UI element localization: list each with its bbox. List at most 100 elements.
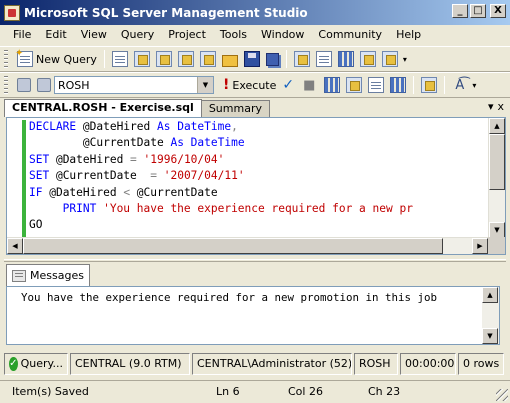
properties-icon <box>359 51 376 67</box>
toolbox-button[interactable] <box>379 49 401 69</box>
toolbar-grip[interactable] <box>4 50 8 68</box>
tab-summary[interactable]: Summary <box>200 100 270 117</box>
scroll-up-icon[interactable]: ▲ <box>482 287 498 303</box>
template-explorer-icon <box>337 51 354 67</box>
code-line[interactable]: DECLARE @DateHired As DateTime, <box>29 119 487 135</box>
scroll-right-icon[interactable]: ▶ <box>472 238 488 254</box>
editor-horizontal-scrollbar[interactable]: ◀ ▶ <box>7 237 488 254</box>
messages-tab-label: Messages <box>30 269 84 282</box>
mobile-query-button[interactable] <box>197 49 219 69</box>
include-plan-button[interactable] <box>387 75 409 95</box>
chevron-down-icon[interactable]: ▼ <box>197 77 213 93</box>
code-line[interactable]: GO <box>29 217 487 233</box>
menu-file[interactable]: File <box>6 28 38 41</box>
save-icon <box>243 51 260 67</box>
comment-button[interactable] <box>418 75 440 95</box>
xmla-query-button[interactable] <box>175 49 197 69</box>
code-line[interactable]: SET @DateHired = '1996/10/04' <box>29 152 487 168</box>
execution-plan-icon <box>324 77 341 93</box>
stop-icon: ■ <box>303 77 316 93</box>
elapsed-time-cell: 00:00:00 <box>400 352 456 375</box>
template-explorer-button[interactable] <box>335 49 357 69</box>
tab-messages[interactable]: Messages <box>6 264 90 286</box>
menu-bar: File Edit View Query Project Tools Windo… <box>0 25 510 44</box>
menu-tools[interactable]: Tools <box>213 28 254 41</box>
code-token: @CurrentDate <box>55 169 151 183</box>
sql-editor-toolbar: ROSH ▼ ! Execute ✓ ■ A͡ ▾ <box>0 72 510 98</box>
new-file-button[interactable] <box>109 49 131 69</box>
code-line[interactable]: SET @CurrentDate = '2007/04/11' <box>29 168 487 184</box>
properties-button[interactable] <box>357 49 379 69</box>
toolbar-options-chevron-icon[interactable]: ▾ <box>472 81 476 90</box>
toolbar-options-chevron-icon[interactable]: ▾ <box>403 55 407 64</box>
open-file-button[interactable] <box>219 49 241 69</box>
menu-edit[interactable]: Edit <box>38 28 73 41</box>
execute-label: Execute <box>232 78 277 92</box>
menu-view[interactable]: View <box>74 28 114 41</box>
new-query-button[interactable]: New Query <box>14 48 100 69</box>
toolbox-icon <box>381 51 398 67</box>
execute-icon: ! <box>223 77 230 93</box>
save-button[interactable] <box>241 49 263 69</box>
code-token: PRINT <box>29 202 104 216</box>
execute-button[interactable]: ! Execute <box>220 75 279 95</box>
menu-community[interactable]: Community <box>311 28 389 41</box>
messages-pane[interactable]: You have the experience required for a n… <box>6 286 500 345</box>
check-icon: ✓ <box>282 77 295 93</box>
code-token: '2007/04/11' <box>163 169 245 183</box>
connect-icon <box>17 78 31 92</box>
scroll-down-icon[interactable]: ▼ <box>482 328 498 344</box>
specify-values-button[interactable]: A͡ <box>449 75 470 95</box>
object-explorer-button[interactable] <box>313 49 335 69</box>
query-designer-button[interactable] <box>343 75 365 95</box>
editor-vertical-scrollbar[interactable]: ▲ ▼ <box>488 118 505 238</box>
close-button[interactable]: X <box>490 4 506 18</box>
maximize-button[interactable]: □ <box>470 4 486 18</box>
sql-editor[interactable]: DECLARE @DateHired As DateTime, @Current… <box>6 117 506 255</box>
code-line[interactable]: IF @DateHired < @CurrentDate <box>29 185 487 201</box>
database-engine-query-button[interactable] <box>131 49 153 69</box>
code-token: DateTime <box>190 136 245 150</box>
font-size-icon: A͡ <box>455 77 465 93</box>
tab-list-chevron-icon[interactable]: ▾ <box>488 100 494 113</box>
messages-vertical-scrollbar[interactable]: ▲ ▼ <box>482 287 499 344</box>
available-databases-combo[interactable]: ROSH ▼ <box>54 76 214 94</box>
save-all-button[interactable] <box>263 49 282 69</box>
include-plan-icon <box>390 77 407 93</box>
tab-exercise-sql[interactable]: CENTRAL.ROSH - Exercise.sql <box>4 99 202 117</box>
menu-help[interactable]: Help <box>389 28 428 41</box>
display-plan-button[interactable] <box>321 75 343 95</box>
scroll-down-icon[interactable]: ▼ <box>489 222 505 238</box>
menu-project[interactable]: Project <box>161 28 213 41</box>
query-designer-icon <box>346 77 363 93</box>
minimize-button[interactable]: _ <box>452 4 468 18</box>
editor-results-splitter[interactable] <box>4 259 506 262</box>
xmla-query-icon <box>177 51 194 67</box>
registered-servers-button[interactable] <box>291 49 313 69</box>
toolbar-grip[interactable] <box>4 76 8 94</box>
ssms-app-icon[interactable] <box>4 4 20 21</box>
code-token: < <box>123 185 137 199</box>
cancel-query-button[interactable]: ■ <box>297 75 321 95</box>
menu-query[interactable]: Query <box>114 28 161 41</box>
connect-button[interactable] <box>14 75 34 95</box>
scroll-left-icon[interactable]: ◀ <box>7 238 23 254</box>
vertical-scroll-thumb[interactable] <box>489 134 505 190</box>
toolbar-separator <box>444 76 446 94</box>
change-connection-button[interactable] <box>34 75 54 95</box>
analysis-query-button[interactable] <box>153 49 175 69</box>
code-line[interactable]: @CurrentDate As DateTime <box>29 135 487 151</box>
code-text[interactable]: DECLARE @DateHired As DateTime, @Current… <box>29 119 487 238</box>
analysis-query-icon <box>155 51 172 67</box>
code-line[interactable]: PRINT 'You have the experience required … <box>29 201 487 217</box>
code-token: @DateHired <box>49 185 124 199</box>
menu-window[interactable]: Window <box>254 28 311 41</box>
parse-button[interactable]: ✓ <box>279 75 297 95</box>
horizontal-scroll-thumb[interactable] <box>23 238 443 254</box>
database-cell: ROSH <box>354 352 398 375</box>
resize-grip-icon[interactable] <box>496 389 508 401</box>
close-document-icon[interactable]: x <box>497 100 504 113</box>
results-to-button[interactable] <box>365 75 387 95</box>
code-token: 'You have the experience required for a … <box>103 202 413 216</box>
scroll-up-icon[interactable]: ▲ <box>489 118 505 134</box>
